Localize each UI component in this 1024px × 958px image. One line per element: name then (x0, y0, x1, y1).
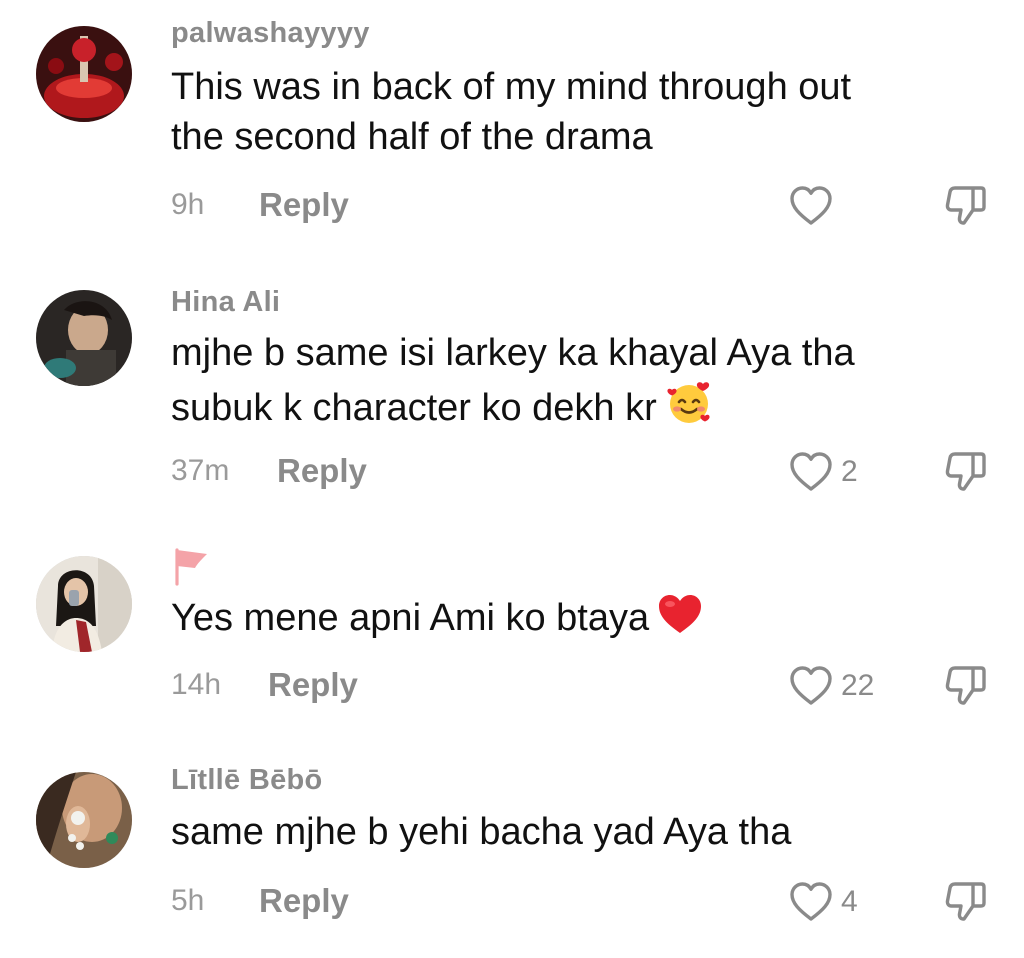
comment-text: This was in back of my mind through out … (171, 62, 971, 162)
avatar[interactable] (36, 556, 132, 652)
heart-outline-icon (790, 666, 832, 705)
comment-text-segment: subuk k character ko dekh kr (171, 387, 657, 429)
timestamp: 5h (171, 884, 205, 917)
dislike-button[interactable] (943, 878, 989, 924)
avatar[interactable] (36, 26, 132, 122)
smiling-face-with-hearts-emoji (667, 382, 710, 423)
timestamp: 37m (171, 454, 230, 487)
comment-text-line: subuk k character ko dekh kr (171, 378, 971, 433)
comment-text-segment: Yes mene apni Ami ko btaya (171, 597, 650, 639)
like-button[interactable]: 22 (789, 664, 874, 708)
thumbs-down-outline-icon (945, 666, 986, 705)
comment-text: same mjhe b yehi bacha yad Aya tha (171, 807, 971, 857)
comment-text: Yes mene apni Ami ko btaya (171, 592, 971, 643)
red-heart-emoji (659, 595, 702, 633)
timestamp: 9h (171, 188, 205, 221)
comment-text-line: same mjhe b yehi bacha yad Aya tha (171, 811, 792, 853)
comment-text-line: the second half of the drama (171, 116, 653, 158)
comment-meta: 9h Reply (171, 184, 991, 225)
comment-text-line: mjhe b same isi larkey ka khayal Aya tha (171, 332, 855, 374)
comment-item: Lītllē Bēbō same mjhe b yehi bacha yad A… (0, 750, 1024, 950)
comment-meta: 37m Reply 2 (171, 450, 991, 491)
username[interactable]: Lītllē Bēbō (171, 764, 323, 797)
reply-button[interactable]: Reply (259, 186, 349, 224)
like-button[interactable]: 2 (789, 450, 858, 494)
flag-icon (175, 548, 207, 586)
comment-text: mjhe b same isi larkey ka khayal Aya tha… (171, 328, 971, 433)
username[interactable]: palwashayyyy (171, 17, 370, 50)
heart-outline-icon (790, 452, 832, 491)
thumbs-down-outline-icon (945, 882, 986, 921)
comment-text-line: Yes mene apni Ami ko btaya (171, 592, 971, 643)
comment-meta: 14h Reply 22 (171, 664, 991, 705)
comment-item: Yes mene apni Ami ko btaya 14h Reply 22 (0, 530, 1024, 730)
comment-item: palwashayyyy This was in back of my mind… (0, 0, 1024, 250)
comment-text-line: This was in back of my mind through out (171, 66, 852, 108)
thumbs-down-outline-icon (945, 452, 986, 491)
dislike-button[interactable] (943, 448, 989, 494)
avatar[interactable] (36, 772, 132, 868)
dislike-button[interactable] (943, 182, 989, 228)
like-count: 2 (841, 455, 858, 488)
avatar[interactable] (36, 290, 132, 386)
comment-meta: 5h Reply 4 (171, 880, 991, 921)
like-button[interactable] (789, 184, 841, 228)
like-button[interactable]: 4 (789, 880, 858, 924)
heart-outline-icon (790, 882, 832, 921)
like-count: 4 (841, 885, 858, 918)
username[interactable]: Hina Ali (171, 286, 280, 319)
reply-button[interactable]: Reply (277, 452, 367, 490)
heart-outline-icon (790, 186, 832, 225)
like-count: 22 (841, 669, 875, 702)
comment-item: Hina Ali mjhe b same isi larkey ka khaya… (0, 270, 1024, 510)
timestamp: 14h (171, 668, 222, 701)
thumbs-down-outline-icon (945, 186, 986, 225)
dislike-button[interactable] (943, 662, 989, 708)
reply-button[interactable]: Reply (268, 666, 358, 704)
reply-button[interactable]: Reply (259, 882, 349, 920)
